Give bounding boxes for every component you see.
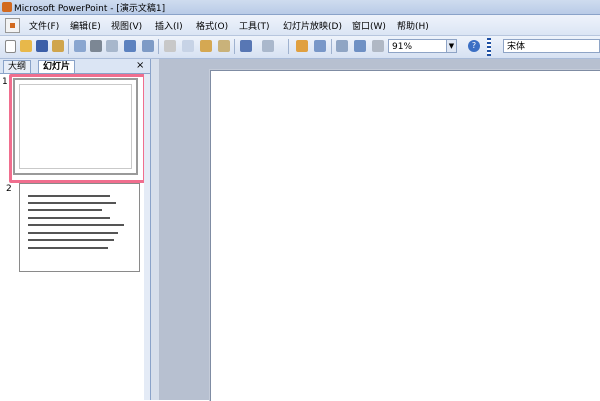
- tab-outline[interactable]: 大纲: [3, 60, 32, 73]
- slide-number-1: 1: [2, 77, 8, 87]
- toolbar-separator: [68, 39, 69, 54]
- workspace-splitter[interactable]: [151, 59, 159, 400]
- toolbar-separator: [331, 39, 332, 54]
- thumbnail-text-line: [28, 209, 102, 211]
- menu-edit[interactable]: 编辑(E): [70, 19, 101, 32]
- open-icon[interactable]: [20, 40, 32, 52]
- menu-file[interactable]: 文件(F): [29, 19, 59, 32]
- expand-icon[interactable]: [336, 40, 348, 52]
- zoom-dropdown-icon[interactable]: ▼: [446, 39, 457, 53]
- slide-number-2: 2: [6, 184, 12, 194]
- toolbar-grip-icon[interactable]: [487, 38, 491, 56]
- menu-insert[interactable]: 插入(I): [155, 19, 183, 32]
- redo-icon[interactable]: [262, 40, 274, 52]
- save-icon[interactable]: [36, 40, 48, 52]
- slide-thumbnail-frame: [19, 84, 132, 169]
- print-preview-icon[interactable]: [106, 40, 118, 52]
- menu-tools[interactable]: 工具(T): [239, 19, 270, 32]
- menu-slideshow[interactable]: 幻灯片放映(D): [283, 19, 342, 32]
- pane-tab-bar: 大纲 幻灯片 ×: [0, 59, 150, 74]
- paste-icon[interactable]: [200, 40, 212, 52]
- toolbar-separator: [234, 39, 235, 54]
- thumbnail-text-line: [28, 195, 110, 197]
- research-icon[interactable]: [142, 40, 154, 52]
- close-icon[interactable]: ×: [136, 60, 144, 72]
- thumbnail-text-line: [28, 217, 110, 219]
- permission-icon[interactable]: [52, 40, 64, 52]
- thumbnail-text-line: [28, 239, 114, 241]
- toolbar-separator: [158, 39, 159, 54]
- powerpoint-app-icon: [2, 2, 12, 12]
- new-icon[interactable]: [5, 40, 16, 53]
- menu-bar: 文件(F) 编辑(E) 视图(V) 插入(I) 格式(O) 工具(T) 幻灯片放…: [0, 15, 600, 36]
- copy-icon[interactable]: [182, 40, 194, 52]
- pane-scrollbar[interactable]: [144, 74, 150, 400]
- slides-pane: 大纲 幻灯片 × 1 2: [0, 59, 151, 400]
- slide-thumbnail-2[interactable]: [19, 183, 140, 272]
- table-icon[interactable]: [314, 40, 326, 52]
- tab-slides[interactable]: 幻灯片: [38, 60, 76, 73]
- document-icon[interactable]: [5, 18, 20, 33]
- zoom-input[interactable]: 91%: [388, 39, 452, 53]
- chart-icon[interactable]: [296, 40, 308, 52]
- toolbar-separator: [288, 39, 289, 54]
- email-icon[interactable]: [74, 40, 86, 52]
- thumbnail-text-line: [28, 232, 118, 234]
- thumbnail-text-line: [28, 247, 108, 249]
- slide-canvas[interactable]: [210, 70, 600, 401]
- thumbnail-text-line: [28, 202, 116, 204]
- menu-window[interactable]: 窗口(W): [352, 19, 386, 32]
- menu-view[interactable]: 视图(V): [111, 19, 142, 32]
- menu-format[interactable]: 格式(O): [196, 19, 228, 32]
- help-icon[interactable]: ?: [468, 40, 480, 52]
- title-bar: Microsoft PowerPoint - [演示文稿1]: [0, 0, 600, 15]
- color-grayscale-icon[interactable]: [372, 40, 384, 52]
- font-name-input[interactable]: 宋体: [503, 39, 600, 53]
- print-icon[interactable]: [90, 40, 102, 52]
- menu-help[interactable]: 帮助(H): [397, 19, 429, 32]
- cut-icon[interactable]: [164, 40, 176, 52]
- thumbnail-text-line: [28, 224, 124, 226]
- format-painter-icon[interactable]: [218, 40, 230, 52]
- standard-toolbar: 91% ▼ ? 宋体: [0, 36, 600, 59]
- spelling-icon[interactable]: [124, 40, 136, 52]
- slide-thumbnail-1[interactable]: [13, 78, 138, 175]
- undo-icon[interactable]: [240, 40, 252, 52]
- grid-icon[interactable]: [354, 40, 366, 52]
- window-title: Microsoft PowerPoint - [演示文稿1]: [14, 4, 166, 14]
